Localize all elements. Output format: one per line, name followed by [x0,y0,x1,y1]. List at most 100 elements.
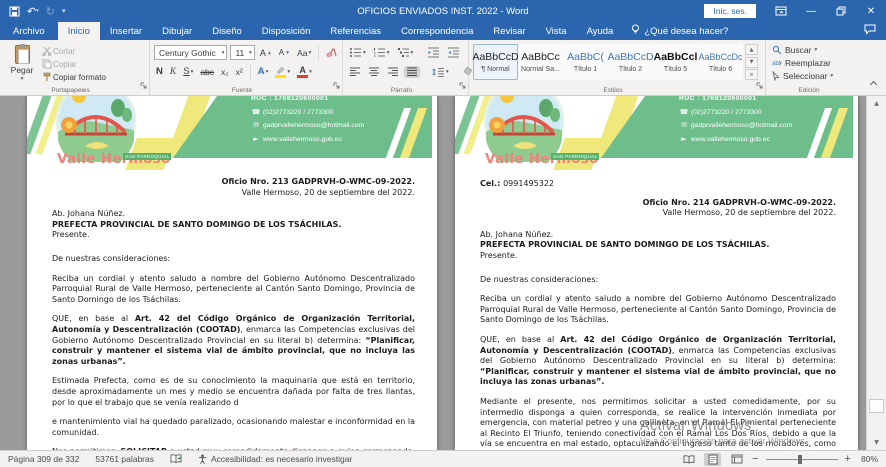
qat-customize-icon[interactable]: ▾ [62,7,66,15]
vertical-scrollbar[interactable]: ▲ ▼ [866,96,886,450]
tab-ayuda[interactable]: Ayuda [577,22,624,40]
dialog-launcher-icon[interactable] [140,76,147,94]
accessibility-status[interactable]: Accesibilidad: es necesario investigar [198,454,352,464]
justify-button[interactable] [404,66,420,78]
format-painter-button[interactable]: Copiar formato [40,71,108,83]
letter-body[interactable]: Oficio Nro. 213 GADPRVH-O-WMC-09-2022. V… [27,177,437,450]
align-right-button[interactable] [385,66,401,78]
shrink-font-button[interactable]: A▼ [277,47,292,58]
proofing-status[interactable] [170,454,182,464]
clear-formatting-button[interactable] [324,46,339,59]
oficio-number: Oficio Nro. 214 GADPRVH-O-WMC-09-2022. [480,198,836,209]
cut-button[interactable]: Cortar [40,45,108,57]
zoom-out-icon[interactable]: − [752,455,758,464]
zoom-slider-thumb[interactable] [798,455,802,464]
scroll-up-icon[interactable]: ▲ [867,96,886,111]
font-color-button[interactable]: A▾ [295,65,314,79]
scrollbar-track[interactable] [867,111,886,435]
letterhead-ruc: RUC : 1768120600001 [679,96,792,106]
subscript-button[interactable]: x₂ [219,66,231,78]
dialog-launcher-icon[interactable] [333,76,340,94]
style-titulo-2[interactable]: AaBbCcD Título 2 [608,44,653,80]
quick-access-toolbar: ↶▾ ↻ ▾ [0,5,65,18]
redo-icon[interactable]: ↻ [46,5,55,18]
view-web-layout-icon[interactable] [728,453,745,466]
tab-vista[interactable]: Vista [536,22,577,40]
close-button[interactable]: ✕ [856,0,886,22]
font-size-select[interactable]: 11▾ [230,45,254,60]
page-right[interactable]: RUC : 1768120600001 ☎ (02)2773220 / 2773… [455,96,858,450]
italic-button[interactable]: K [168,66,178,78]
save-icon[interactable] [9,6,20,17]
zoom-slider[interactable] [766,459,838,460]
tab-disposicion[interactable]: Disposición [252,22,321,40]
brand-subtitle: GAD PARROQUIAL [551,153,599,160]
tab-diseno[interactable]: Diseño [202,22,252,40]
sign-in-button[interactable]: Inic. ses. [704,4,756,18]
superscript-button[interactable]: x² [234,66,245,78]
styles-scroll-down-icon[interactable]: ▼ [745,57,758,68]
style-titulo-6[interactable]: AaBbCcDc Título 6 [698,44,743,80]
align-center-button[interactable] [366,66,382,78]
multilevel-list-icon [397,47,410,58]
page-left[interactable]: RUC : 1768120600001 ☎ (02)2773220 / 2773… [27,96,437,450]
select-button[interactable]: Seleccionar▾ [770,69,857,82]
restore-button[interactable] [826,0,856,22]
paragraph: Reciba un cordial y atento saludo a nomb… [52,274,415,306]
line-spacing-button[interactable]: ▾ [430,66,451,78]
collapse-ribbon-icon[interactable] [871,82,878,89]
ribbon-display-options-icon[interactable] [766,0,796,22]
scroll-down-icon[interactable]: ▼ [867,435,886,450]
tab-insertar[interactable]: Insertar [100,22,152,40]
bold-button[interactable]: N [154,65,165,78]
letter-body[interactable]: Cel.: 0991495322 Oficio Nro. 214 GADPRVH… [455,179,858,450]
cel-line: Cel.: 0991495322 [480,179,836,190]
style-titulo-5[interactable]: AaBbCcl Título 5 [653,44,698,80]
undo-icon[interactable]: ↶▾ [27,5,39,18]
word-count[interactable]: 53761 palabras [95,454,154,464]
decrease-indent-button[interactable] [425,46,442,59]
tell-me-box[interactable]: ¿Qué desea hacer? [623,22,736,40]
bullets-button[interactable]: ▾ [347,46,368,59]
increase-indent-button[interactable] [445,46,462,59]
styles-scroll-up-icon[interactable]: ▲ [745,44,758,55]
minimize-button[interactable]: — [796,0,826,22]
page-indicator[interactable]: Página 309 de 332 [8,454,79,464]
scrollbar-thumb[interactable] [869,399,884,413]
underline-button[interactable]: S▾ [181,65,195,78]
style-titulo-1[interactable]: AaBbC( Título 1 [563,44,608,80]
replace-button[interactable]: ab Reemplazar [770,56,857,69]
dialog-launcher-icon[interactable] [459,76,466,94]
zoom-level[interactable]: 80% [861,454,878,464]
group-fuente: Century Gothic▾ 11▾ A▲ A▼ Aa▾ N K S▾ abc… [150,40,343,95]
align-left-button[interactable] [347,66,363,78]
paragraph: Reciba un cordial y atento saludo a nomb… [480,294,836,326]
multilevel-list-button[interactable]: ▾ [395,46,416,59]
view-read-mode-icon[interactable] [680,453,697,466]
recipient-name: Ab. Johana Núñez. [52,209,415,220]
zoom-in-icon[interactable]: + [845,455,851,464]
highlight-color-button[interactable]: ▾ [273,65,292,79]
style-normal-sa[interactable]: AaBbCc Normal Sa... [518,44,563,80]
letterhead-phone: ☎ (02)2773220 / 2773300 [679,106,792,120]
find-button[interactable]: Buscar▾ [770,43,857,56]
tab-revisar[interactable]: Revisar [483,22,535,40]
font-name-select[interactable]: Century Gothic▾ [154,45,227,60]
tab-referencias[interactable]: Referencias [320,22,391,40]
tab-correspondencia[interactable]: Correspondencia [391,22,483,40]
comment-icon[interactable] [864,24,876,38]
change-case-button[interactable]: Aa▾ [295,47,313,59]
strikethrough-button[interactable]: abc [198,66,216,78]
tab-dibujar[interactable]: Dibujar [152,22,202,40]
copy-button[interactable]: Copiar [40,58,108,70]
text-effects-button[interactable]: A▾ [256,65,271,78]
grow-font-button[interactable]: A▲ [258,47,274,59]
style-normal[interactable]: AaBbCcD ¶ Normal [473,44,518,80]
tab-archivo[interactable]: Archivo [0,22,58,40]
view-print-layout-icon[interactable] [704,453,721,466]
paste-button[interactable]: Pegar ▾ [4,43,40,83]
numbering-button[interactable]: ▾ [371,46,392,59]
document-canvas[interactable]: RUC : 1768120600001 ☎ (02)2773220 / 2773… [0,96,886,450]
dialog-launcher-icon[interactable] [756,76,763,94]
tab-inicio[interactable]: Inicio [58,22,100,40]
